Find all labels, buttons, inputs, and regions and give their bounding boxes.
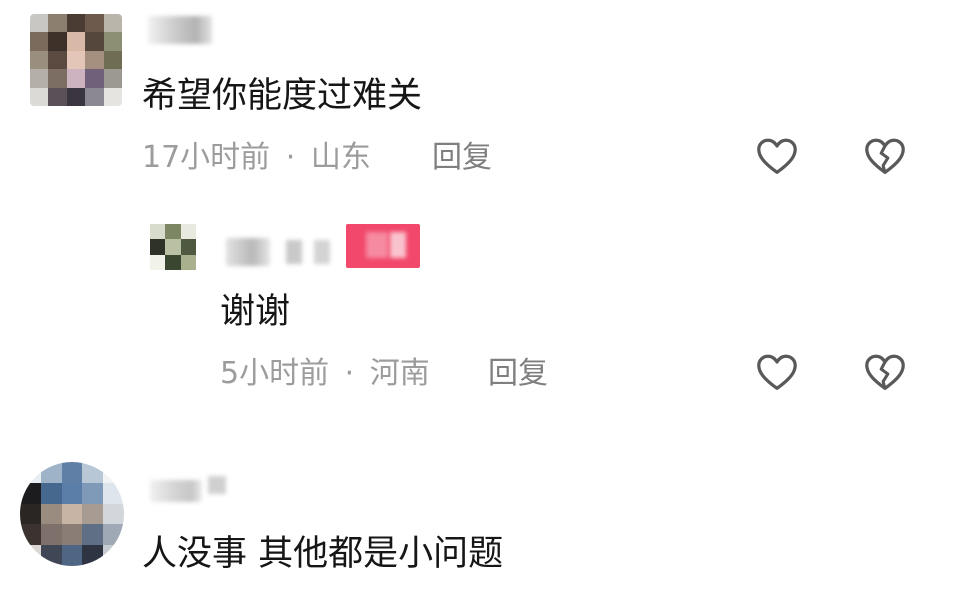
reply-button[interactable]: 回复 (488, 356, 548, 392)
dislike-button[interactable] (862, 134, 908, 180)
reply-meta: 5小时前 · 河南 (220, 356, 430, 392)
username-redacted[interactable] (148, 16, 212, 44)
avatar[interactable] (150, 224, 196, 270)
reply-text: 谢谢 (220, 292, 291, 332)
dislike-button[interactable] (862, 350, 908, 396)
username-redacted[interactable] (226, 238, 270, 266)
comment-location: 山东 (310, 140, 371, 175)
author-badge (346, 224, 420, 268)
reply-location: 河南 (369, 356, 430, 391)
comment-text: 人没事 其他都是小问题 (142, 534, 504, 574)
heart-outline-icon (757, 354, 797, 390)
avatar[interactable] (30, 14, 122, 106)
like-button[interactable] (754, 134, 800, 180)
comment-text: 希望你能度过难关 (142, 76, 423, 116)
like-button[interactable] (754, 350, 800, 396)
broken-heart-icon (865, 138, 905, 174)
avatar[interactable] (20, 462, 124, 566)
username-redacted (208, 476, 226, 494)
meta-separator: · (285, 140, 296, 175)
meta-separator: · (344, 356, 355, 391)
username-redacted (286, 240, 302, 264)
reply-time: 5小时前 (220, 356, 330, 391)
broken-heart-icon (865, 354, 905, 390)
username-redacted (314, 240, 330, 264)
heart-outline-icon (757, 138, 797, 174)
comment-meta: 17小时前 · 山东 (142, 140, 371, 176)
comment-time: 17小时前 (142, 140, 271, 175)
reply-button[interactable]: 回复 (432, 140, 492, 176)
username-redacted[interactable] (150, 480, 202, 502)
